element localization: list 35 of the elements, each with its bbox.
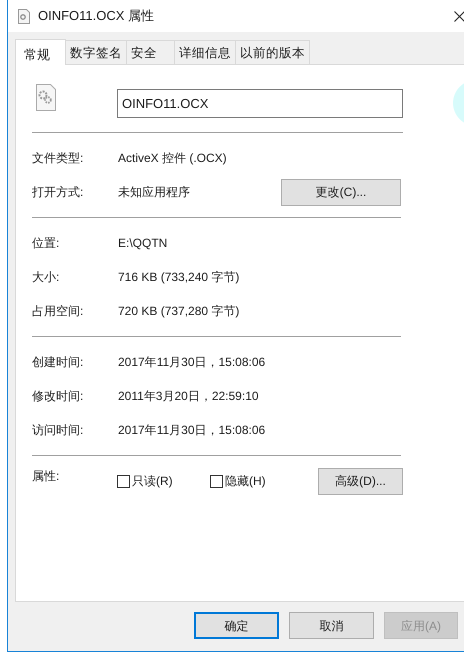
checkbox-label[interactable]: 隐藏(H)	[225, 472, 266, 490]
field-value: E:\QQTN	[118, 235, 168, 252]
close-icon[interactable]	[454, 11, 464, 22]
field-label: 打开方式:	[32, 184, 84, 201]
field-value: 716 KB (733,240 字节)	[118, 269, 240, 286]
tab[interactable]: 安全	[127, 40, 175, 64]
field-label: 文件类型:	[32, 150, 84, 167]
field-value: 2017年11月30日，15:08:06	[118, 422, 266, 439]
field-label: 占用空间:	[32, 303, 84, 320]
field-value: 720 KB (737,280 字节)	[118, 303, 240, 320]
field-value: 2017年11月30日，15:08:06	[118, 354, 266, 371]
checkbox-label[interactable]: 只读(R)	[132, 472, 173, 490]
field-label: 创建时间:	[32, 354, 84, 371]
field-value: ActiveX 控件 (.OCX)	[118, 150, 228, 167]
field-value: 未知应用程序	[118, 184, 191, 201]
tab[interactable]: 常规	[15, 39, 66, 65]
field-label: 访问时间:	[32, 422, 84, 439]
dialog-button[interactable]: 取消	[289, 612, 374, 639]
change-button[interactable]: 更改(C)...	[281, 178, 401, 206]
tab[interactable]: 详细信息	[175, 40, 236, 64]
dialog-button[interactable]: 确定	[194, 612, 279, 639]
field-label: 位置:	[32, 235, 60, 252]
tab[interactable]: 数字签名	[66, 40, 127, 64]
field-label: 属性:	[32, 468, 60, 485]
advanced-button[interactable]: 高级(D)...	[318, 468, 403, 494]
field-label: 大小:	[32, 269, 60, 286]
file-icon	[18, 8, 30, 24]
tab[interactable]: 以前的版本	[236, 40, 310, 64]
file-name-field[interactable]: OINFO11.OCX	[117, 89, 403, 118]
checkbox[interactable]	[117, 474, 130, 488]
window-title: OINFO11.OCX 属性	[38, 7, 154, 26]
field-label: 修改时间:	[32, 388, 84, 405]
checkbox[interactable]	[210, 474, 223, 488]
gears-file-icon	[36, 84, 56, 111]
field-value: 2011年3月20日，22:59:10	[118, 388, 260, 405]
